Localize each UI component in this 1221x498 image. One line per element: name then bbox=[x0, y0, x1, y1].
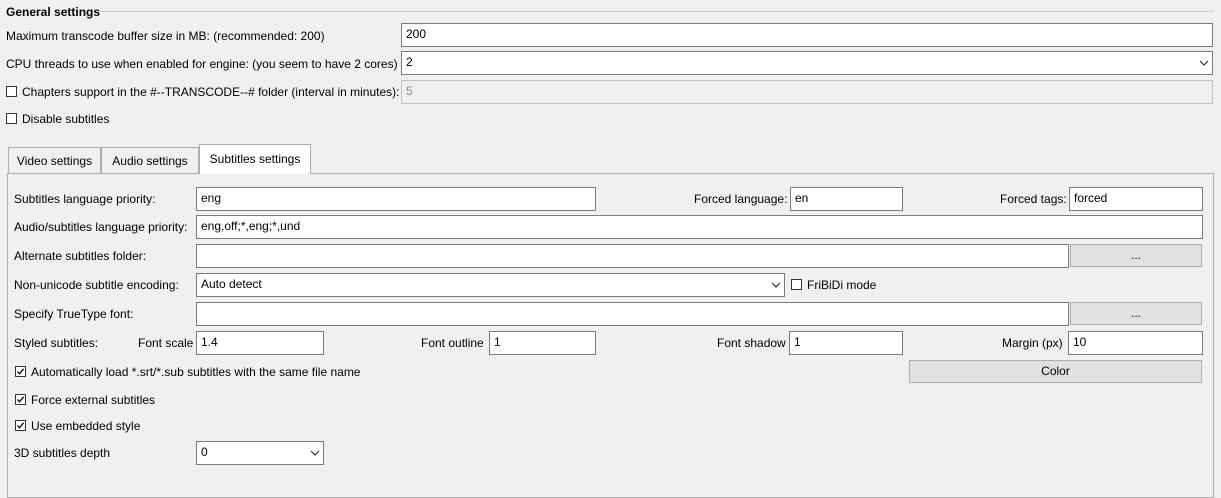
alt-folder-browse-button[interactable]: ... bbox=[1070, 244, 1202, 267]
disable-subtitles-checkbox[interactable] bbox=[6, 113, 17, 124]
chevron-down-icon[interactable] bbox=[1195, 52, 1212, 74]
truetype-label: Specify TrueType font: bbox=[14, 307, 134, 321]
tab-video-settings[interactable]: Video settings bbox=[8, 147, 101, 174]
checkmark-icon bbox=[17, 396, 25, 403]
fribidi-label: FriBiDi mode bbox=[807, 278, 877, 292]
embedded-style-checkbox[interactable] bbox=[15, 420, 26, 431]
forced-language-label: Forced language: bbox=[694, 192, 788, 206]
tab-subtitles-settings[interactable]: Subtitles settings bbox=[199, 144, 311, 174]
audio-sub-priority-label: Audio/subtitles language priority: bbox=[14, 220, 188, 234]
depth-label: 3D subtitles depth bbox=[14, 446, 111, 460]
forced-tags-label: Forced tags: bbox=[1000, 192, 1067, 206]
styled-subtitles-label: Styled subtitles: bbox=[14, 336, 99, 350]
encoding-value: Auto detect bbox=[201, 277, 262, 291]
truetype-browse-button[interactable]: ... bbox=[1070, 302, 1202, 325]
force-external-checkbox[interactable] bbox=[15, 394, 26, 405]
lang-priority-input[interactable]: eng bbox=[196, 187, 596, 211]
disable-subtitles-label: Disable subtitles bbox=[22, 112, 110, 126]
margin-label: Margin (px) bbox=[1002, 336, 1063, 350]
section-title: General settings bbox=[6, 5, 101, 19]
force-external-label: Force external subtitles bbox=[31, 393, 156, 407]
buffer-label: Maximum transcode buffer size in MB: (re… bbox=[6, 29, 325, 43]
font-outline-input[interactable]: 1 bbox=[489, 331, 596, 355]
autoload-checkbox[interactable] bbox=[15, 366, 26, 377]
margin-input[interactable]: 10 bbox=[1068, 331, 1203, 355]
chevron-down-icon[interactable] bbox=[767, 274, 784, 296]
chapters-label: Chapters support in the #--TRANSCODE--# … bbox=[22, 85, 400, 99]
cpu-threads-value: 2 bbox=[406, 55, 413, 69]
forced-tags-input[interactable]: forced bbox=[1069, 187, 1203, 211]
font-scale-label: Font scale bbox=[138, 336, 194, 350]
lang-priority-label: Subtitles language priority: bbox=[14, 192, 156, 206]
threads-label: CPU threads to use when enabled for engi… bbox=[6, 57, 398, 71]
color-button[interactable]: Color bbox=[909, 360, 1202, 383]
font-scale-input[interactable]: 1.4 bbox=[196, 331, 324, 355]
checkmark-icon bbox=[17, 422, 25, 429]
embedded-style-label: Use embedded style bbox=[31, 419, 141, 433]
audio-sub-priority-input[interactable]: eng,off;*,eng;*,und bbox=[196, 215, 1203, 239]
tab-audio-settings[interactable]: Audio settings bbox=[101, 147, 199, 174]
depth-select[interactable]: 0 bbox=[196, 441, 324, 465]
chapters-interval-input[interactable]: 5 bbox=[401, 80, 1213, 104]
fribidi-checkbox[interactable] bbox=[791, 279, 802, 290]
autoload-label: Automatically load *.srt/*.sub subtitles… bbox=[31, 365, 361, 379]
font-shadow-label: Font shadow bbox=[717, 336, 786, 350]
truetype-font-input[interactable] bbox=[196, 302, 1069, 326]
chevron-down-icon[interactable] bbox=[306, 442, 323, 464]
encoding-select[interactable]: Auto detect bbox=[196, 273, 785, 297]
checkmark-icon bbox=[17, 368, 25, 375]
font-shadow-input[interactable]: 1 bbox=[789, 331, 903, 355]
cpu-threads-select[interactable]: 2 bbox=[401, 51, 1213, 75]
buffer-size-input[interactable]: 200 bbox=[401, 23, 1213, 47]
alt-folder-label: Alternate subtitles folder: bbox=[14, 249, 147, 263]
forced-language-input[interactable]: en bbox=[790, 187, 903, 211]
depth-value: 0 bbox=[201, 445, 208, 459]
section-divider bbox=[100, 11, 1214, 12]
alt-folder-input[interactable] bbox=[196, 244, 1069, 268]
chapters-checkbox[interactable] bbox=[6, 86, 17, 97]
font-outline-label: Font outline bbox=[421, 336, 484, 350]
encoding-label: Non-unicode subtitle encoding: bbox=[14, 278, 179, 292]
